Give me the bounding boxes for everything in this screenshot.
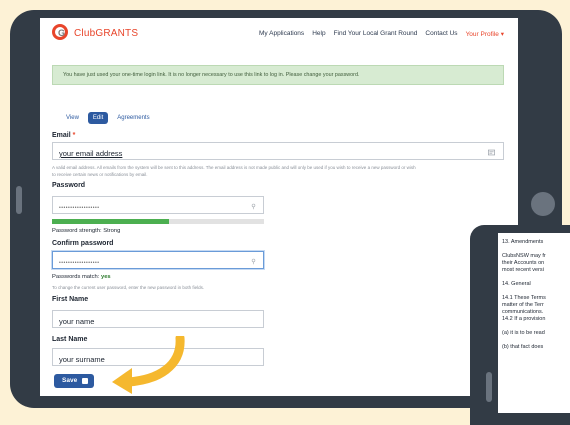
email-label-text: Email xyxy=(52,132,71,139)
phone-text-line: 14.2 If a provision xyxy=(502,316,546,322)
password-mask: •••••••••••••••••• xyxy=(59,205,100,211)
phone-screen: 13. Amendments ClubsNSW may fr their Acc… xyxy=(498,233,570,413)
tab-edit[interactable]: Edit xyxy=(87,112,109,124)
nav-find-grant-round[interactable]: Find Your Local Grant Round xyxy=(334,30,418,38)
key-icon xyxy=(251,203,256,210)
email-field[interactable]: your email address xyxy=(52,142,504,160)
required-marker: * xyxy=(72,132,76,139)
logo-letter: G xyxy=(58,28,66,38)
password-match-value: yes xyxy=(100,274,111,280)
phone-text-line: ClubsNSW may fr xyxy=(502,253,546,259)
password-match-status: Passwords match: yes xyxy=(52,274,111,280)
tablet-side-button xyxy=(16,186,22,214)
email-label: Email * xyxy=(52,132,75,139)
nav-contact-us[interactable]: Contact Us xyxy=(425,30,457,38)
email-help: A valid email address. All emails from t… xyxy=(52,164,512,178)
password-strength-text: Password strength: Strong xyxy=(52,228,121,234)
phone-text-line: matter of the Terr xyxy=(502,302,544,308)
change-password-help: To change the current user password, ent… xyxy=(52,285,205,290)
contact-card-icon xyxy=(488,149,495,156)
save-button-label: Save xyxy=(62,377,78,384)
last-name-label: Last Name xyxy=(52,336,88,343)
first-name-label: First Name xyxy=(52,296,89,303)
floppy-disk-icon xyxy=(82,378,88,384)
phone-text-line: their Accounts on xyxy=(502,260,545,266)
save-button[interactable]: Save xyxy=(54,374,94,388)
first-name-value: your name xyxy=(59,317,95,326)
phone-text-line: 14. General xyxy=(502,281,531,287)
status-message: You have just used your one-time login l… xyxy=(52,65,504,85)
phone-text-line: (a) it is to be read xyxy=(502,330,545,336)
profile-tabs: View Edit Agreements xyxy=(62,112,154,124)
confirm-password-label: Confirm password xyxy=(52,240,114,247)
confirm-password-mask: •••••••••••••••••• xyxy=(59,260,100,266)
phone-text-line: 14.1 These Terms xyxy=(502,295,546,301)
key-icon xyxy=(251,258,256,265)
phone-text-line: 13. Amendments xyxy=(502,239,544,245)
tablet-camera xyxy=(531,192,555,216)
password-label: Password xyxy=(52,182,86,189)
password-match-label: Passwords match: xyxy=(52,274,100,280)
confirm-password-field[interactable]: •••••••••••••••••• xyxy=(52,251,264,269)
phone-text-line: communications. xyxy=(502,309,544,315)
tab-agreements[interactable]: Agreements xyxy=(113,112,153,124)
tab-view[interactable]: View xyxy=(62,112,83,124)
phone-text-line: (b) that fact does xyxy=(502,344,544,350)
pointer-arrow-icon xyxy=(112,336,185,394)
nav-my-applications[interactable]: My Applications xyxy=(259,30,304,38)
first-name-field[interactable]: your name xyxy=(52,310,264,328)
main-nav: My Applications Help Find Your Local Gra… xyxy=(259,30,504,38)
email-help-line-2: to receive certain news or notifications… xyxy=(52,172,148,177)
password-strength-fill xyxy=(52,219,169,224)
email-value: your email address xyxy=(59,149,123,158)
email-help-line-1: A valid email address. All emails from t… xyxy=(52,165,416,170)
nav-your-profile[interactable]: Your Profile ▾ xyxy=(466,30,504,38)
site-header: G ClubGRANTS My Applications Help Find Y… xyxy=(40,18,518,52)
phone-text-line: most recent versi xyxy=(502,267,544,273)
password-field[interactable]: •••••••••••••••••• xyxy=(52,196,264,214)
password-strength-meter xyxy=(52,219,264,224)
phone-side-button xyxy=(486,372,492,402)
logo-text[interactable]: ClubGRANTS xyxy=(74,28,138,39)
nav-help[interactable]: Help xyxy=(312,30,325,38)
tablet-screen: G ClubGRANTS My Applications Help Find Y… xyxy=(40,18,518,396)
